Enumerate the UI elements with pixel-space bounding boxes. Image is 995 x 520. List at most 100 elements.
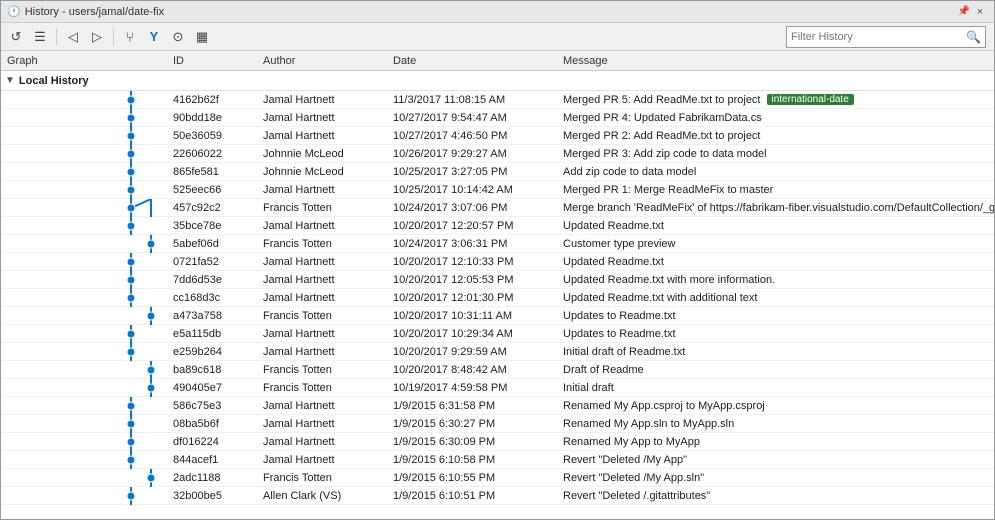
col-header-graph: Graph bbox=[1, 55, 169, 67]
graph-cell bbox=[1, 289, 169, 307]
commit-id: df016224 bbox=[169, 436, 259, 448]
col-header-author: Author bbox=[259, 55, 389, 67]
commit-message: Merged PR 3: Add zip code to data model bbox=[559, 148, 994, 160]
graph-cell bbox=[1, 325, 169, 343]
back-button[interactable]: ◁ bbox=[62, 26, 84, 48]
commit-id: cc168d3c bbox=[169, 292, 259, 304]
table-row[interactable]: ba89c618Francis Totten10/20/2017 8:48:42… bbox=[1, 361, 994, 379]
collapse-arrow-icon[interactable]: ▼ bbox=[5, 75, 15, 86]
commit-message: Customer type preview bbox=[559, 238, 994, 250]
commit-message: Renamed My App.sln to MyApp.sln bbox=[559, 418, 994, 430]
commit-message: Renamed My App to MyApp bbox=[559, 436, 994, 448]
commit-author: Francis Totten bbox=[259, 238, 389, 250]
graph-button[interactable]: ▦ bbox=[191, 26, 213, 48]
message-text: Renamed My App to MyApp bbox=[563, 436, 700, 448]
table-row[interactable]: cc168d3cJamal Hartnett10/20/2017 12:01:3… bbox=[1, 289, 994, 307]
message-text: Initial draft bbox=[563, 382, 614, 394]
commit-message: Add zip code to data model bbox=[559, 166, 994, 178]
commit-date: 1/9/2015 6:10:58 PM bbox=[389, 454, 559, 466]
commit-date: 1/9/2015 6:30:09 PM bbox=[389, 436, 559, 448]
table-row[interactable]: a473a758Francis Totten10/20/2017 10:31:1… bbox=[1, 307, 994, 325]
commit-author: Jamal Hartnett bbox=[259, 112, 389, 124]
commit-id: 35bce78e bbox=[169, 220, 259, 232]
table-row[interactable]: 32b00be5Allen Clark (VS)1/9/2015 6:10:51… bbox=[1, 487, 994, 505]
table-row[interactable]: 90bdd18eJamal Hartnett10/27/2017 9:54:47… bbox=[1, 109, 994, 127]
table-row[interactable]: 457c92c2Francis Totten10/24/2017 3:07:06… bbox=[1, 199, 994, 217]
toolbar: ↺ ☰ ◁ ▷ ⑂ Y ⊙ ▦ 🔍 bbox=[1, 23, 994, 51]
message-text: Draft of Readme bbox=[563, 364, 644, 376]
table-row[interactable]: 865fe581Johnnie McLeod10/25/2017 3:27:05… bbox=[1, 163, 994, 181]
commit-id: 490405e7 bbox=[169, 382, 259, 394]
list-view-button[interactable]: ☰ bbox=[29, 26, 51, 48]
message-text: Renamed My App.csproj to MyApp.csproj bbox=[563, 400, 765, 412]
message-text: Merged PR 3: Add zip code to data model bbox=[563, 148, 767, 160]
table-row[interactable]: 4162b62fJamal Hartnett11/3/2017 11:08:15… bbox=[1, 91, 994, 109]
graph-cell bbox=[1, 469, 169, 487]
table-row[interactable]: e5a115dbJamal Hartnett10/20/2017 10:29:3… bbox=[1, 325, 994, 343]
commit-message: Merged PR 1: Merge ReadMeFix to master bbox=[559, 184, 994, 196]
commit-id: 844acef1 bbox=[169, 454, 259, 466]
table-row[interactable]: e259b264Jamal Hartnett10/20/2017 9:29:59… bbox=[1, 343, 994, 361]
push-button[interactable]: ⑂ bbox=[119, 26, 141, 48]
commit-author: Jamal Hartnett bbox=[259, 346, 389, 358]
commit-date: 10/25/2017 10:14:42 AM bbox=[389, 184, 559, 196]
table-row[interactable]: df016224Jamal Hartnett1/9/2015 6:30:09 P… bbox=[1, 433, 994, 451]
commit-id: e5a115db bbox=[169, 328, 259, 340]
commit-message: Initial draft of Readme.txt bbox=[559, 346, 994, 358]
commit-message: Updates to Readme.txt bbox=[559, 310, 994, 322]
refresh-button[interactable]: ↺ bbox=[5, 26, 27, 48]
table-row[interactable]: 35bce78eJamal Hartnett10/20/2017 12:20:5… bbox=[1, 217, 994, 235]
forward-button[interactable]: ▷ bbox=[86, 26, 108, 48]
graph-cell bbox=[1, 145, 169, 163]
message-text: Updated Readme.txt with more information… bbox=[563, 274, 775, 286]
graph-cell bbox=[1, 487, 169, 505]
search-icon: 🔍 bbox=[966, 30, 981, 44]
table-row[interactable]: 490405e7Francis Totten10/19/2017 4:59:58… bbox=[1, 379, 994, 397]
table-row[interactable]: 7dd6d53eJamal Hartnett10/20/2017 12:05:5… bbox=[1, 271, 994, 289]
message-text: Updated Readme.txt with additional text bbox=[563, 292, 757, 304]
content-area[interactable]: ▼ Local History 4162b62fJamal Hartnett11… bbox=[1, 71, 994, 519]
commit-date: 1/9/2015 6:31:58 PM bbox=[389, 400, 559, 412]
filter-input[interactable] bbox=[791, 31, 966, 43]
commit-author: Jamal Hartnett bbox=[259, 454, 389, 466]
commit-date: 1/9/2015 6:30:27 PM bbox=[389, 418, 559, 430]
commit-message: Renamed My App.csproj to MyApp.csproj bbox=[559, 400, 994, 412]
graph-cell bbox=[1, 163, 169, 181]
commit-id: 4162b62f bbox=[169, 94, 259, 106]
graph-cell bbox=[1, 253, 169, 271]
commit-id: a473a758 bbox=[169, 310, 259, 322]
pin-button[interactable]: 📌 bbox=[958, 6, 970, 18]
commit-id: 7dd6d53e bbox=[169, 274, 259, 286]
table-row[interactable]: 844acef1Jamal Hartnett1/9/2015 6:10:58 P… bbox=[1, 451, 994, 469]
commit-date: 10/20/2017 12:01:30 PM bbox=[389, 292, 559, 304]
close-button[interactable]: × bbox=[972, 6, 988, 18]
table-row[interactable]: 2adc1188Francis Totten1/9/2015 6:10:55 P… bbox=[1, 469, 994, 487]
filter-button[interactable]: Y bbox=[143, 26, 165, 48]
message-text: Merged PR 2: Add ReadMe.txt to project bbox=[563, 130, 761, 142]
message-text: Revert "Deleted /My App" bbox=[563, 454, 687, 466]
graph-cell bbox=[1, 451, 169, 469]
graph-cell bbox=[1, 307, 169, 325]
remote-button[interactable]: ⊙ bbox=[167, 26, 189, 48]
table-row[interactable]: 5abef06dFrancis Totten10/24/2017 3:06:31… bbox=[1, 235, 994, 253]
commit-id: 865fe581 bbox=[169, 166, 259, 178]
table-row[interactable]: 22606022Johnnie McLeod10/26/2017 9:29:27… bbox=[1, 145, 994, 163]
commit-id: 2adc1188 bbox=[169, 472, 259, 484]
commit-date: 10/20/2017 10:31:11 AM bbox=[389, 310, 559, 322]
graph-cell bbox=[1, 217, 169, 235]
graph-cell bbox=[1, 361, 169, 379]
table-row[interactable]: 0721fa52Jamal Hartnett10/20/2017 12:10:3… bbox=[1, 253, 994, 271]
message-text: Updates to Readme.txt bbox=[563, 310, 676, 322]
table-row[interactable]: 50e36059Jamal Hartnett10/27/2017 4:46:50… bbox=[1, 127, 994, 145]
commit-author: Jamal Hartnett bbox=[259, 184, 389, 196]
commit-id: 525eec66 bbox=[169, 184, 259, 196]
commit-id: 0721fa52 bbox=[169, 256, 259, 268]
commit-author: Jamal Hartnett bbox=[259, 94, 389, 106]
table-row[interactable]: 08ba5b6fJamal Hartnett1/9/2015 6:30:27 P… bbox=[1, 415, 994, 433]
table-row[interactable]: 525eec66Jamal Hartnett10/25/2017 10:14:4… bbox=[1, 181, 994, 199]
toolbar-sep-1 bbox=[56, 29, 57, 45]
table-row[interactable]: 586c75e3Jamal Hartnett1/9/2015 6:31:58 P… bbox=[1, 397, 994, 415]
filter-container: 🔍 bbox=[786, 26, 986, 48]
message-text: Merged PR 4: Updated FabrikamData.cs bbox=[563, 112, 762, 124]
commit-message: Draft of Readme bbox=[559, 364, 994, 376]
